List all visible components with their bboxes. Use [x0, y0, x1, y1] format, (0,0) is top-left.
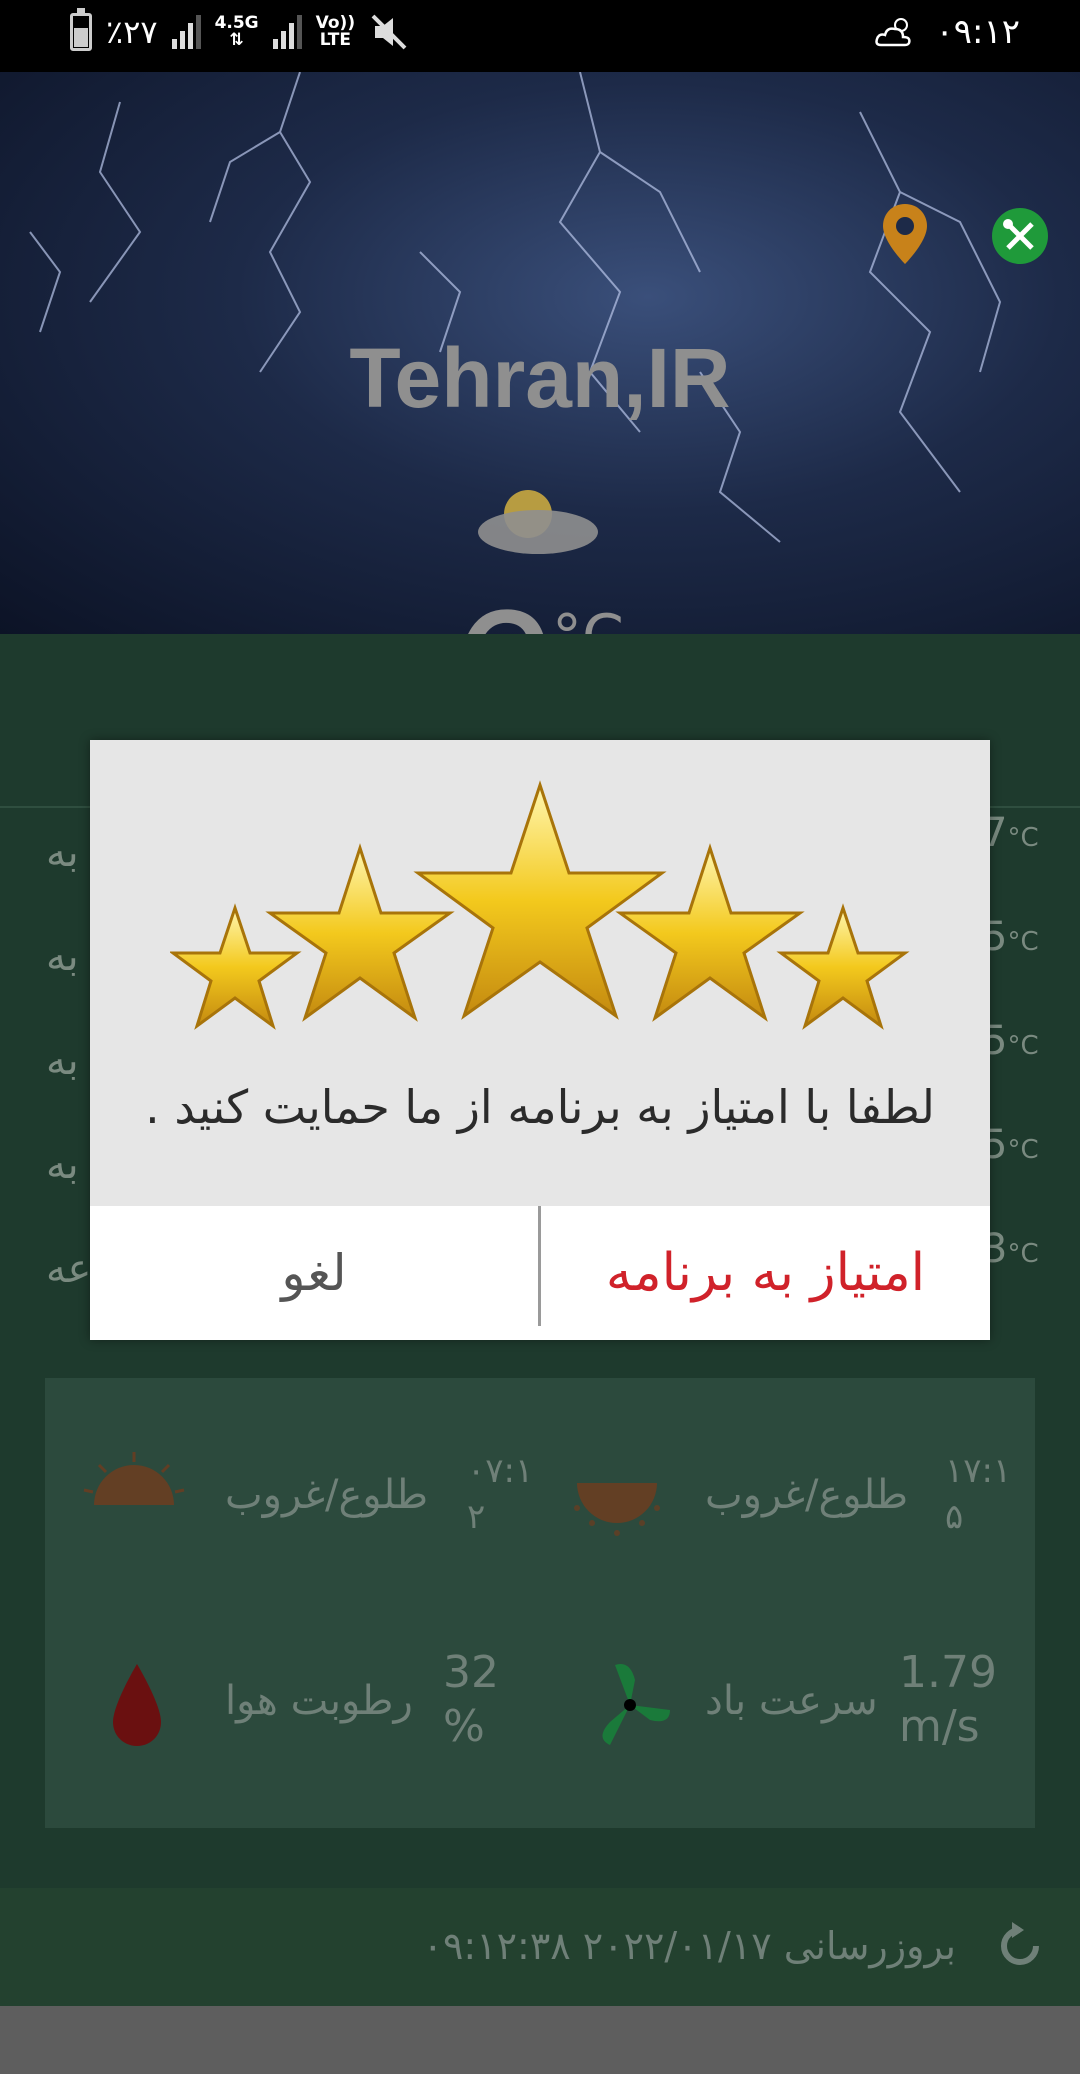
wind-fan-icon [602, 1664, 670, 1745]
dialog-buttons: لغو امتیاز به برنامه [90, 1206, 990, 1340]
last-update-text: بروزرسانی ۲۰۲۲/۰۱/۱۷ ۰۹:۱۲:۳۸ [422, 1924, 956, 1968]
status-left: ٪۲۷ 4.5G ⇅ Vo)) LTE [70, 8, 409, 52]
battery-icon [70, 8, 92, 51]
update-footer: بروزرسانی ۲۰۲۲/۰۱/۱۷ ۰۹:۱۲:۳۸ [0, 1888, 1080, 2006]
refresh-icon[interactable] [990, 1916, 1050, 1976]
forecast-day: به [46, 934, 79, 980]
location-pin-icon[interactable] [880, 202, 930, 266]
wind-value: 1.79 m/s [899, 1647, 997, 1752]
humidity-label: رطوبت هوا [225, 1678, 413, 1724]
five-stars-icon [170, 780, 910, 1030]
forecast-temp: 5°C [982, 1018, 1039, 1064]
wind-label: سرعت باد [705, 1678, 878, 1724]
weather-cloud-icon [875, 18, 912, 47]
partly-cloudy-icon [478, 490, 598, 554]
status-right: ۰۹:۱۲ [873, 12, 1020, 52]
signal-icon [171, 15, 201, 49]
forecast-day: به [46, 1038, 79, 1084]
cancel-button[interactable]: لغو [90, 1206, 538, 1340]
status-bar: ٪۲۷ 4.5G ⇅ Vo)) LTE ۰۹:۱۲ [0, 0, 1080, 72]
forecast-day: به [46, 830, 79, 876]
settings-tools-icon[interactable] [992, 208, 1048, 264]
forecast-temp: 7°C [982, 810, 1039, 856]
forecast-day: به [46, 1142, 79, 1188]
battery-percent: ٪۲۷ [106, 13, 158, 51]
sunset-label: طلوع/غروب [705, 1472, 909, 1518]
forecast-temp: 5°C [982, 914, 1039, 960]
rate-app-dialog: لطفا با امتیاز به برنامه از ما حمایت کنی… [90, 740, 990, 1340]
system-navigation-bar [0, 2006, 1080, 2074]
forecast-temp: 3°C [982, 1226, 1039, 1272]
current-temperature: 6 [450, 582, 556, 634]
forecast-temp: 5°C [982, 1122, 1039, 1168]
sunrise-label: طلوع/غروب [225, 1472, 429, 1518]
mute-icon [371, 14, 407, 50]
data-arrows-icon: 4.5G ⇅ [214, 13, 259, 50]
city-name: Tehran,IR [349, 331, 731, 425]
clock: ۰۹:۱۲ [935, 12, 1020, 52]
sunset-icon [574, 1483, 660, 1536]
sunset-value: ۱۷:۱ ۵ [945, 1451, 1012, 1537]
humidity-drop-icon [113, 1664, 161, 1746]
weather-header: Tehran,IR 6 °C [0, 72, 1080, 634]
sunrise-icon [83, 1452, 185, 1505]
temperature-unit: °C [552, 602, 624, 634]
signal-icon-2 [272, 15, 302, 49]
sunrise-value: ۰۷:۱ ۲ [467, 1451, 534, 1537]
rate-app-button[interactable]: امتیاز به برنامه [541, 1206, 990, 1340]
dialog-message: لطفا با امتیاز به برنامه از ما حمایت کنی… [145, 1080, 935, 1134]
volte-icon: Vo)) LTE [315, 13, 356, 50]
forecast-day: عه [46, 1246, 92, 1292]
humidity-value: 32% [443, 1647, 499, 1752]
weather-info-panel: طلوع/غروب ۰۷:۱ ۲ طلوع/غروب ۱۷:۱ ۵ رطوبت هو… [45, 1378, 1035, 1828]
